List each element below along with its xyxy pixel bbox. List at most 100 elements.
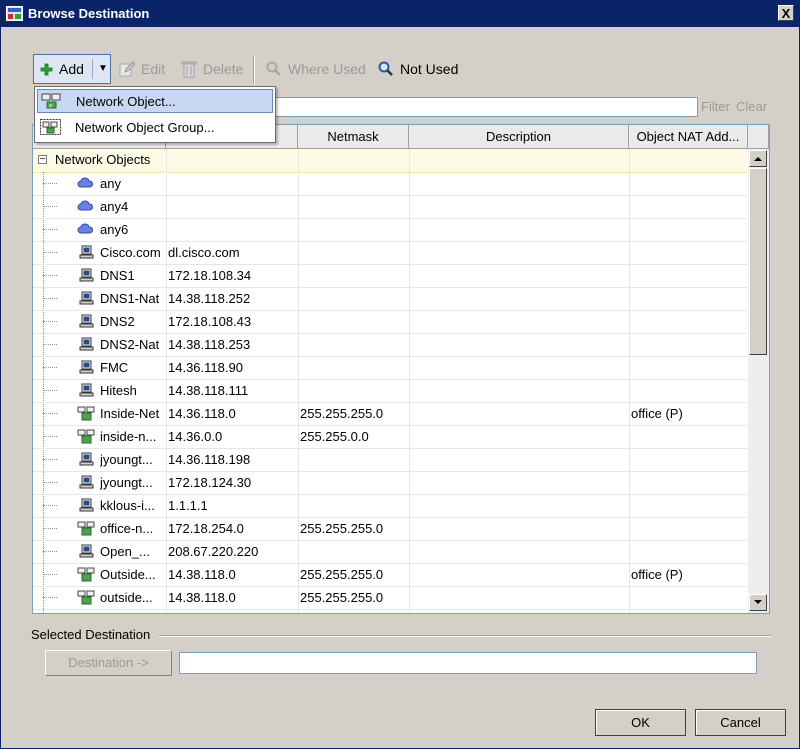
cell-ip-address: 172.18.254.0 [168,521,244,536]
cell-name: DNS2 [100,314,135,329]
vertical-scrollbar[interactable] [748,149,769,613]
column-header-description[interactable]: Description [409,125,629,149]
toolbar-separator [253,56,255,84]
cell-object-nat-address [631,264,746,287]
cell-ip-address [168,172,296,195]
edit-button[interactable]: Edit [119,54,165,84]
asdm-app-icon [6,6,23,21]
cell-name: Outside... [100,567,156,582]
delete-button[interactable]: Delete [181,54,243,84]
table-row[interactable]: any4 [33,195,747,219]
table-row[interactable]: inside-n... 14.36.0.0 255.255.0.0 [33,425,747,449]
table-row[interactable]: Inside-Net 14.36.118.0 255.255.255.0 office… [33,402,747,426]
table-row[interactable]: Outside... 14.38.118.0 255.255.255.0 office… [33,563,747,587]
svg-text:IP: IP [49,104,53,109]
ok-button[interactable]: OK [595,709,686,736]
cell-object-nat-address [631,379,746,402]
cell-name: any4 [100,199,129,214]
trash-icon [181,61,197,78]
cell-name: any6 [100,222,129,237]
tree-connector [43,344,57,345]
where-used-button-label: Where Used [288,61,366,77]
add-dropdown-menu: IP Network Object... Network Object Grou… [34,86,276,143]
not-used-button-label: Not Used [400,61,459,77]
cell-ip-address [168,218,296,241]
cell-description [411,287,627,310]
close-icon: X [781,6,791,21]
cell-netmask [300,287,407,310]
cell-netmask: 255.255.255.0 [300,521,384,536]
where-used-button[interactable]: Where Used [266,54,366,84]
group-row-network-objects[interactable]: − Network Objects [33,149,747,173]
menu-item-network-object[interactable]: IP Network Object... [37,89,273,113]
destination-button[interactable]: Destination -> [45,650,172,676]
not-used-button[interactable]: Not Used [378,54,458,84]
cell-netmask: 255.255.255.0 [300,567,384,582]
cell-netmask [300,494,407,517]
cell-ip-address: 172.18.124.30 [168,475,252,490]
cell-object-nat-address [631,241,746,264]
network-icon [77,590,95,605]
edit-button-label: Edit [141,61,166,77]
scroll-up-button[interactable] [749,150,767,167]
cell-ip-address: 208.67.220.220 [168,544,259,559]
cloud-icon [77,177,94,188]
selected-destination-field[interactable] [179,652,757,674]
title-bar[interactable]: Browse Destination X [1,1,799,27]
cell-object-nat-address [631,517,746,540]
tree-connector [43,482,57,483]
table-row[interactable]: Open_... 208.67.220.220 [33,540,747,564]
cell-object-nat-address [631,172,746,195]
cloud-icon [77,223,94,234]
selected-destination-label: Selected Destination [31,627,151,642]
scroll-down-button[interactable] [749,594,767,611]
scrollbar-thumb[interactable] [749,168,767,355]
table-row[interactable]: jyoungt... 14.36.118.198 [33,448,747,472]
table-row[interactable]: DNS2 172.18.108.43 [33,310,747,334]
host-icon [79,452,94,466]
host-icon [79,291,94,305]
table-row[interactable]: kklous-i... 1.1.1.1 [33,494,747,518]
table-row[interactable]: DNS1 172.18.108.34 [33,264,747,288]
table-row[interactable]: Hitesh 14.38.118.111 [33,379,747,403]
chevron-down-icon[interactable]: ▼ [98,63,108,74]
tree-connector [43,436,57,437]
cell-name: DNS1-Nat [100,291,160,306]
cell-description [411,563,627,586]
filter-input[interactable] [275,97,698,117]
cell-description [411,333,627,356]
table-row[interactable]: DNS1-Nat 14.38.118.252 [33,287,747,311]
add-button[interactable]: Add ▼ [33,54,111,84]
table-row[interactable]: FMC 14.36.118.90 [33,356,747,380]
cell-netmask [300,264,407,287]
tree-connector [43,298,57,299]
table-row[interactable]: any [33,172,747,196]
add-button-separator [92,59,93,79]
table-row[interactable]: office-n... 172.18.254.0 255.255.255.0 [33,517,747,541]
table-row[interactable]: any6 [33,218,747,242]
table-row[interactable]: outside... 14.38.118.0 255.255.255.0 [33,586,747,610]
arrow-down-icon [754,600,762,604]
host-icon [79,383,94,397]
table-row[interactable]: DNS2-Nat 14.38.118.253 [33,333,747,357]
cell-ip-address: 14.36.0.0 [168,429,223,444]
cell-description [411,448,627,471]
menu-item-network-object-group[interactable]: Network Object Group... [37,116,273,140]
cell-name: kklous-i... [100,498,155,513]
column-header-netmask[interactable]: Netmask [298,125,409,149]
column-header-object-nat-address[interactable]: Object NAT Add... [629,125,748,149]
close-button[interactable]: X [778,5,794,21]
clear-button[interactable]: Clear [736,99,767,114]
tree-connector [43,183,57,184]
filter-button[interactable]: Filter [701,99,730,114]
table-row[interactable]: jyoungt... 172.18.124.30 [33,471,747,495]
arrow-up-icon [754,157,762,161]
table-row[interactable]: Cisco.com dl.cisco.com [33,241,747,265]
cell-ip-address: 14.38.118.111 [168,383,249,398]
cell-name: jyoungt... [100,452,153,467]
cancel-button[interactable]: Cancel [695,709,786,736]
collapse-icon[interactable]: − [38,155,47,165]
tree-connector [43,413,57,414]
cell-ip-address: 1.1.1.1 [168,498,208,513]
host-icon [79,544,94,558]
